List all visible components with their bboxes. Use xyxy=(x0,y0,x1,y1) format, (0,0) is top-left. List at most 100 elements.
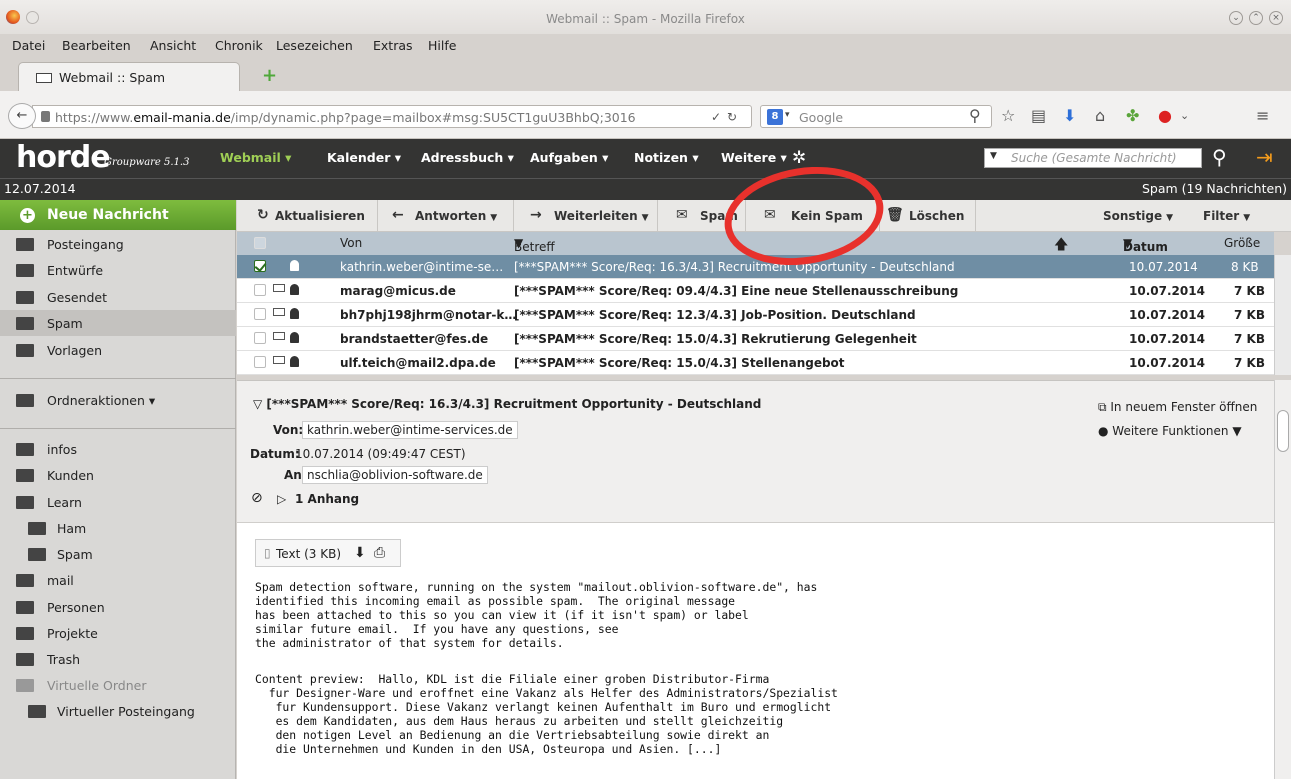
menu-bearbeiten[interactable]: Bearbeiten xyxy=(62,38,131,53)
maximize-icon[interactable]: ⌃ xyxy=(1249,11,1263,25)
inbox-icon xyxy=(16,238,34,251)
folder-projekte[interactable]: Projekte xyxy=(0,620,236,646)
scrollbar-thumb[interactable] xyxy=(1277,410,1289,452)
menu-hilfe[interactable]: Hilfe xyxy=(428,38,456,53)
delete-button[interactable]: 🗑 Löschen xyxy=(880,200,976,232)
bookmark-star-icon[interactable]: ☆ xyxy=(1001,108,1015,124)
row-checkbox[interactable] xyxy=(254,332,266,344)
back-button[interactable]: ← xyxy=(8,103,36,129)
folder-learn-spam[interactable]: Spam xyxy=(0,541,236,567)
attachment-text-part[interactable]: ▯ Text (3 KB) ⬇ ⎙ xyxy=(255,539,401,567)
forward-button[interactable]: → Weiterleiten ▼ xyxy=(514,200,658,232)
open-new-window-link[interactable]: ⧉ In neuem Fenster öffnen xyxy=(1098,400,1257,415)
sent-icon xyxy=(16,291,34,304)
addon-puzzle-icon[interactable]: ✤ xyxy=(1126,108,1139,124)
search-icon[interactable]: ⚲ xyxy=(1212,145,1227,169)
folder-posteingang[interactable]: Posteingang xyxy=(0,231,236,257)
column-subject[interactable]: Betreff ▼ xyxy=(514,236,555,254)
logout-icon[interactable]: ⇥ xyxy=(1256,145,1273,169)
column-size[interactable]: Größe xyxy=(1224,236,1260,250)
folder-spam[interactable]: Spam xyxy=(0,310,236,336)
menu-lesezeichen[interactable]: Lesezeichen xyxy=(276,38,353,53)
column-from[interactable]: Von xyxy=(340,236,362,250)
attachment-count[interactable]: 1 Anhang xyxy=(295,492,359,506)
close-icon[interactable]: × xyxy=(1269,11,1283,25)
folder-gesendet[interactable]: Gesendet xyxy=(0,284,236,310)
minimize-icon[interactable]: ⌄ xyxy=(1229,11,1243,25)
reload-icon[interactable]: ↻ xyxy=(727,110,737,124)
menu-chronik[interactable]: Chronik xyxy=(215,38,263,53)
to-address[interactable]: nschlia@oblivion-software.de xyxy=(302,466,488,484)
settings-gear-icon[interactable]: ✲ xyxy=(792,148,806,168)
unread-envelope-icon xyxy=(273,332,285,340)
search-engine-box[interactable]: 8 ▾ Google xyxy=(760,105,992,128)
nav-adressbuch[interactable]: Adressbuch ▾ xyxy=(421,150,514,165)
trash-folder-icon xyxy=(16,653,34,666)
search-scope-dropdown-icon[interactable]: ▼ xyxy=(990,151,997,161)
person-icon xyxy=(290,260,299,271)
folder-label: Spam xyxy=(47,316,83,331)
folder-learn[interactable]: Learn xyxy=(0,489,236,515)
column-date[interactable]: Datum ▼ xyxy=(1123,236,1168,254)
message-row[interactable]: marag@micus.de [***SPAM*** Score/Req: 09… xyxy=(237,279,1274,303)
folder-icon xyxy=(28,522,46,535)
row-checkbox[interactable] xyxy=(254,356,266,368)
filter-menu-button[interactable]: Filter ▼ xyxy=(1191,200,1271,232)
adblock-dropdown-icon[interactable]: ⌄ xyxy=(1180,108,1189,124)
folder-personen[interactable]: Personen xyxy=(0,594,236,620)
message-row[interactable]: brandstaetter@fes.de [***SPAM*** Score/R… xyxy=(237,327,1274,351)
folder-infos[interactable]: infos xyxy=(0,436,236,462)
nav-aufgaben[interactable]: Aufgaben ▾ xyxy=(530,150,608,165)
other-menu-button[interactable]: Sonstige ▼ xyxy=(1087,200,1191,232)
body-line: Content preview: Hallo, KDL ist die Fili… xyxy=(255,672,770,686)
nav-kalender[interactable]: Kalender ▾ xyxy=(327,150,401,165)
new-message-button[interactable]: + Neue Nachricht xyxy=(0,200,236,230)
download-icon[interactable]: ⬇ xyxy=(1063,108,1076,124)
home-icon[interactable]: ⌂ xyxy=(1095,108,1105,124)
horde-logo[interactable]: horde xyxy=(16,140,111,175)
folder-virtual-inbox[interactable]: Virtueller Posteingang xyxy=(0,698,236,724)
folder-learn-ham[interactable]: Ham xyxy=(0,515,236,541)
row-checkbox[interactable] xyxy=(254,260,266,272)
more-functions-menu[interactable]: ● Weitere Funktionen ▼ xyxy=(1098,424,1242,438)
from-address[interactable]: kathrin.weber@intime-services.de xyxy=(302,421,518,439)
nav-weitere[interactable]: Weitere ▾ xyxy=(721,150,787,165)
browser-tab[interactable]: Webmail :: Spam xyxy=(18,62,240,91)
binoculars-icon[interactable]: ⚲ xyxy=(969,108,981,124)
download-attachment-icon[interactable]: ⬇ xyxy=(354,545,366,561)
hamburger-menu-icon[interactable]: ≡ xyxy=(1256,108,1269,124)
folder-actions-menu[interactable]: Ordneraktionen ▾ xyxy=(0,387,236,413)
folder-mail[interactable]: mail xyxy=(0,567,236,593)
reading-list-icon[interactable]: ▤ xyxy=(1031,108,1046,124)
reply-button[interactable]: ← Antworten ▼ xyxy=(378,200,514,232)
url-bar[interactable]: https://www.email-mania.de/imp/dynamic.p… xyxy=(32,105,752,128)
preview-scrollbar[interactable] xyxy=(1274,380,1291,779)
folder-trash[interactable]: Trash xyxy=(0,646,236,672)
menu-extras[interactable]: Extras xyxy=(373,38,413,53)
nav-webmail[interactable]: Webmail ▾ xyxy=(220,150,291,165)
folder-label: infos xyxy=(47,442,77,457)
new-tab-icon[interactable]: + xyxy=(262,67,277,85)
menu-ansicht[interactable]: Ansicht xyxy=(150,38,196,53)
folder-entwuerfe[interactable]: Entwürfe xyxy=(0,257,236,283)
message-list-scrollbar[interactable] xyxy=(1274,255,1291,375)
url-dropdown-icon[interactable]: ✓ xyxy=(711,110,721,124)
chevron-down-icon[interactable]: ▾ xyxy=(785,110,790,120)
date-value: 10.07.2014 (09:49:47 CEST) xyxy=(295,447,466,461)
expand-attachments-icon[interactable]: ▷ xyxy=(277,492,286,506)
message-row[interactable]: bh7phj198jhrm@notar-k… [***SPAM*** Score… xyxy=(237,303,1274,327)
paperclip-icon: ⊘ xyxy=(251,490,263,506)
nav-notizen[interactable]: Notizen ▾ xyxy=(634,150,699,165)
row-checkbox[interactable] xyxy=(254,308,266,320)
google-icon[interactable]: 8 xyxy=(767,109,783,125)
row-checkbox[interactable] xyxy=(254,284,266,296)
folder-vorlagen[interactable]: Vorlagen xyxy=(0,337,236,363)
horde-search-input[interactable]: ▼ Suche (Gesamte Nachricht) xyxy=(984,148,1202,168)
print-icon[interactable]: ⎙ xyxy=(374,545,385,561)
refresh-button[interactable]: ↻ Aktualisieren xyxy=(237,200,378,232)
menu-datei[interactable]: Datei xyxy=(12,38,45,53)
folder-kunden[interactable]: Kunden xyxy=(0,462,236,488)
message-row[interactable]: ulf.teich@mail2.dpa.de [***SPAM*** Score… xyxy=(237,351,1274,375)
select-all-checkbox[interactable] xyxy=(254,237,266,249)
adblock-icon[interactable]: ● xyxy=(1158,108,1172,124)
